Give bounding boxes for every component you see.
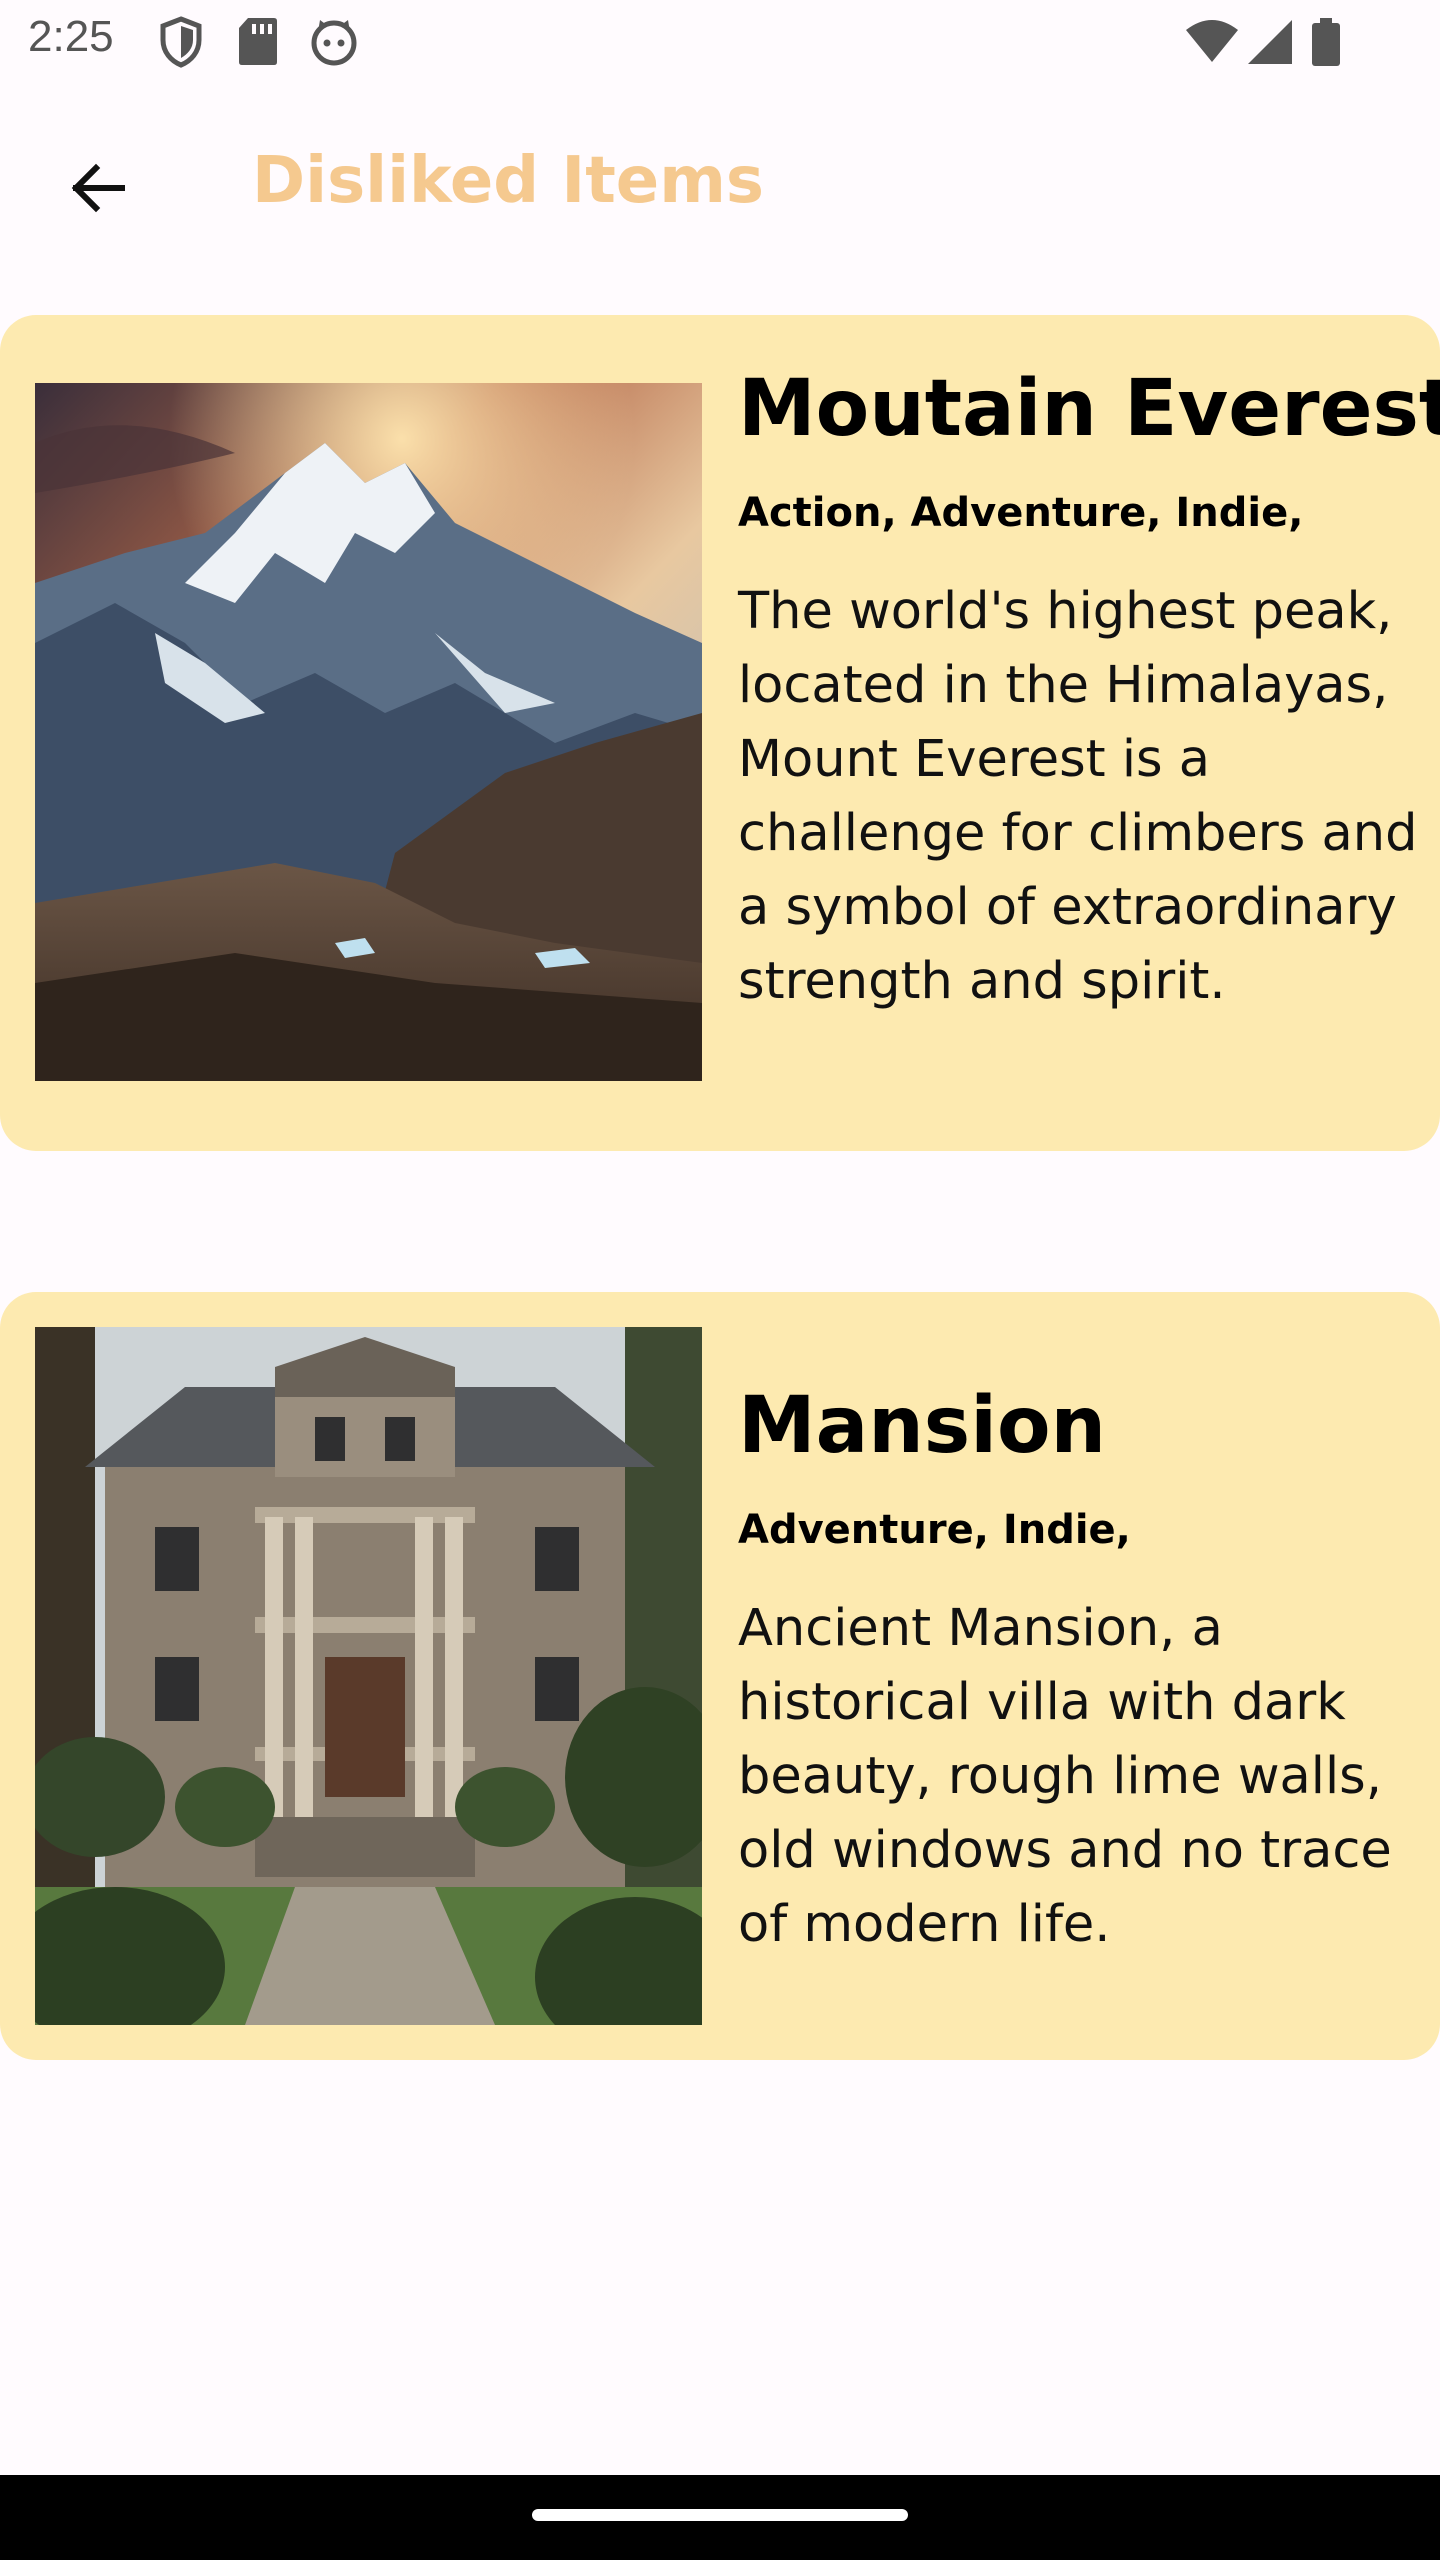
system-navigation-bar [0, 2475, 1440, 2560]
battery-icon [1312, 18, 1340, 70]
back-button[interactable] [44, 134, 152, 242]
arrow-back-icon [71, 163, 125, 213]
item-tags: Adventure, Indie, [738, 1506, 1131, 1553]
item-text: Mansion Adventure, Indie, Ancient Mansio… [738, 1380, 1418, 1962]
item-card[interactable]: Mansion Adventure, Indie, Ancient Mansio… [0, 1292, 1440, 2060]
page-title: Disliked Items [252, 144, 764, 218]
item-tags: Action, Adventure, Indie, [738, 489, 1304, 536]
item-text: Moutain Everest Action, Adventure, Indie… [738, 363, 1440, 1019]
wifi-icon [1186, 20, 1238, 68]
item-description: Ancient Mansion, a historical villa with… [738, 1598, 1392, 1954]
item-title: Moutain Everest [738, 364, 1440, 454]
item-image-mountain [35, 383, 702, 1081]
home-gesture-handle[interactable] [532, 2509, 908, 2521]
shield-icon [158, 16, 204, 72]
signal-icon [1248, 20, 1292, 68]
status-bar: 2:25 [0, 0, 1440, 84]
cat-face-icon [310, 16, 358, 70]
sd-card-icon [238, 16, 278, 70]
item-card[interactable]: Moutain Everest Action, Adventure, Indie… [0, 315, 1440, 1151]
item-image-mansion [35, 1327, 702, 2025]
status-time: 2:25 [28, 12, 114, 61]
item-description: The world's highest peak, located in the… [738, 581, 1418, 1011]
item-title: Mansion [738, 1381, 1107, 1471]
app-bar: Disliked Items [0, 84, 1440, 280]
